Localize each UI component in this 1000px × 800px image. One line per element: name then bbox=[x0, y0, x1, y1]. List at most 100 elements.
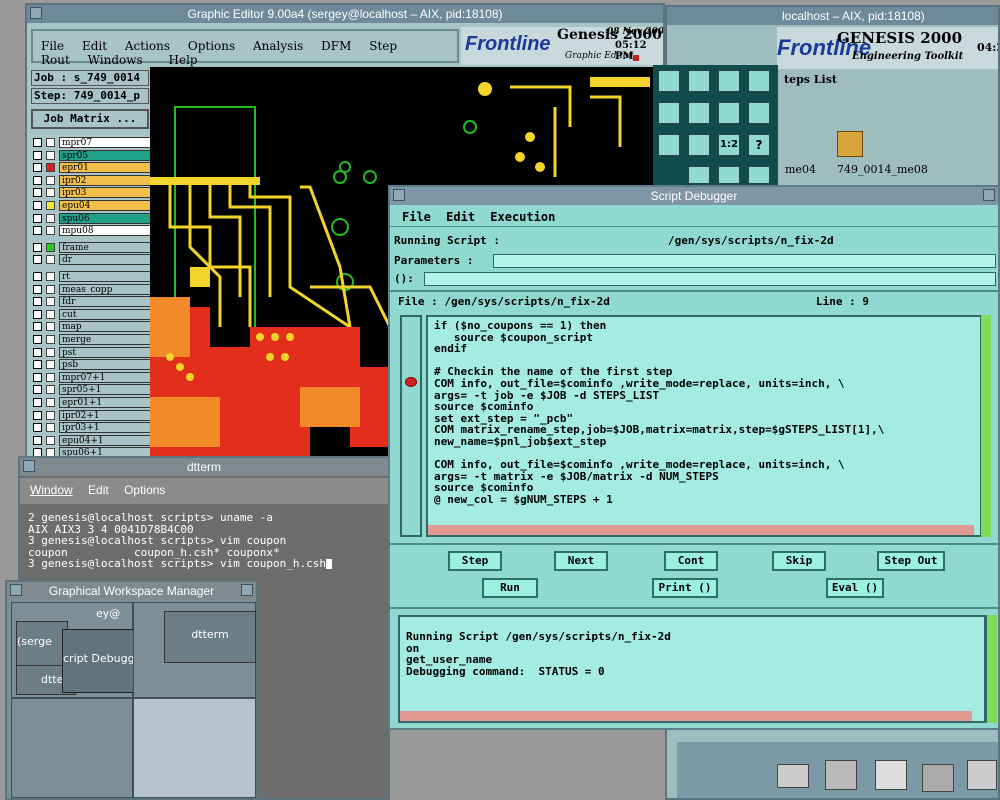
left-icon[interactable] bbox=[657, 101, 681, 125]
menu-options[interactable]: Options bbox=[188, 39, 235, 53]
layer-color-swatch[interactable] bbox=[46, 297, 55, 307]
output-hscrollbar[interactable] bbox=[400, 711, 972, 721]
layer-color-swatch[interactable] bbox=[46, 272, 55, 281]
menu-edit[interactable]: Edit bbox=[82, 39, 107, 53]
s-icon[interactable] bbox=[747, 101, 771, 125]
layer-name[interactable]: fdr bbox=[59, 296, 153, 308]
layer-icon-b[interactable] bbox=[717, 165, 741, 185]
layer-color-swatch[interactable] bbox=[46, 163, 55, 173]
layer-row[interactable]: epr01+1 bbox=[31, 397, 153, 408]
layer-color-swatch[interactable] bbox=[46, 347, 55, 357]
debugger-menu-edit[interactable]: Edit bbox=[446, 210, 475, 224]
layer-checkbox[interactable] bbox=[33, 150, 42, 160]
layer-name[interactable]: ipr02+1 bbox=[59, 409, 153, 421]
layer-checkbox[interactable] bbox=[33, 322, 42, 332]
layer-checkbox[interactable] bbox=[33, 423, 42, 433]
layer-color-swatch[interactable] bbox=[46, 242, 55, 252]
layer-checkbox[interactable] bbox=[33, 284, 42, 294]
layer-color-swatch[interactable] bbox=[46, 423, 55, 433]
layer-color-swatch[interactable] bbox=[46, 385, 55, 395]
window-menu-button[interactable] bbox=[393, 189, 405, 201]
code-hscrollbar[interactable] bbox=[428, 525, 974, 535]
breakpoint-icon[interactable] bbox=[405, 377, 417, 387]
layer-name[interactable]: spr05 bbox=[59, 149, 153, 161]
maximize-button[interactable] bbox=[983, 189, 995, 201]
cont-button[interactable]: Cont bbox=[664, 551, 718, 571]
layer-row[interactable]: merge bbox=[31, 334, 153, 345]
layer-row[interactable]: map bbox=[31, 321, 153, 333]
layer-row[interactable]: meas_copp bbox=[31, 283, 153, 295]
layer-row[interactable]: ipr03 bbox=[31, 187, 153, 199]
workspace-pane-1[interactable]: (serge ey@ dtte cript Debugg bbox=[11, 602, 136, 698]
layer-name[interactable]: map bbox=[59, 321, 153, 333]
gwm-window-debugger[interactable]: cript Debugg bbox=[62, 629, 136, 693]
menu-step[interactable]: Step bbox=[369, 39, 397, 53]
window-menu-button[interactable] bbox=[30, 7, 42, 19]
layer-name[interactable]: pst bbox=[59, 346, 153, 358]
layer-color-swatch[interactable] bbox=[46, 360, 55, 370]
layer-name[interactable]: meas_copp bbox=[59, 283, 153, 295]
dtterm-menu-options[interactable]: Options bbox=[124, 483, 165, 497]
layer-name[interactable]: dr bbox=[59, 254, 153, 266]
flip-icon[interactable] bbox=[717, 101, 741, 125]
fax-icon[interactable] bbox=[875, 760, 907, 790]
layer-color-swatch[interactable] bbox=[46, 213, 55, 223]
code-view[interactable]: if ($no_coupons == 1) then source $coupo… bbox=[426, 315, 988, 537]
layer-checkbox[interactable] bbox=[33, 309, 42, 319]
maximize-button[interactable] bbox=[241, 584, 253, 596]
layer-checkbox[interactable] bbox=[33, 226, 42, 236]
graphic-editor-titlebar[interactable]: Graphic Editor 9.00a4 (sergey@localhost … bbox=[27, 5, 663, 23]
dtterm-menu-edit[interactable]: Edit bbox=[88, 483, 109, 497]
layer-row[interactable]: frame bbox=[31, 241, 153, 253]
layer-checkbox[interactable] bbox=[33, 335, 42, 344]
menu-windows[interactable]: Windows bbox=[88, 53, 143, 67]
expand-icon[interactable] bbox=[657, 133, 681, 157]
layer-color-swatch[interactable] bbox=[46, 150, 55, 160]
layer-name[interactable]: epu04+1 bbox=[59, 434, 153, 446]
layer-row[interactable]: cut bbox=[31, 308, 153, 320]
layer-color-swatch[interactable] bbox=[46, 372, 55, 382]
layer-row[interactable]: spr05+1 bbox=[31, 384, 153, 396]
layer-row[interactable]: spu06 bbox=[31, 212, 153, 224]
script-debugger-titlebar[interactable]: Script Debugger bbox=[390, 187, 998, 205]
layer-name[interactable]: mpu08 bbox=[59, 225, 153, 237]
eval-input[interactable] bbox=[424, 272, 996, 286]
layer-color-swatch[interactable] bbox=[46, 398, 55, 407]
gwm-window-ey[interactable]: ey@ bbox=[96, 607, 120, 620]
layer-row[interactable]: mpu08 bbox=[31, 225, 153, 237]
layer-icon-a[interactable] bbox=[687, 165, 711, 185]
layer-checkbox[interactable] bbox=[33, 372, 42, 382]
window-menu-button[interactable] bbox=[10, 584, 22, 596]
dtterm-titlebar[interactable]: dtterm bbox=[20, 458, 388, 476]
layer-checkbox[interactable] bbox=[33, 188, 42, 198]
layer-checkbox[interactable] bbox=[33, 242, 42, 252]
layer-row[interactable]: rt bbox=[31, 271, 153, 282]
layer-name[interactable]: mpr07+1 bbox=[59, 371, 153, 383]
workspace-pane-4[interactable] bbox=[133, 698, 256, 798]
gwm-window-sergey[interactable]: (serge bbox=[16, 621, 68, 667]
layer-name[interactable]: ipr03+1 bbox=[59, 422, 153, 434]
step-item-me08[interactable]: 749_0014_me08 bbox=[837, 163, 928, 176]
layer-row[interactable]: psb bbox=[31, 359, 153, 371]
step-item-me04[interactable]: me04 bbox=[785, 163, 816, 176]
misc-icon[interactable] bbox=[967, 760, 997, 790]
layer-checkbox[interactable] bbox=[33, 347, 42, 357]
layer-checkbox[interactable] bbox=[33, 201, 42, 210]
right-icon[interactable] bbox=[687, 101, 711, 125]
layer-name[interactable]: cut bbox=[59, 308, 153, 320]
menu-file[interactable]: File bbox=[41, 39, 64, 53]
manuals-icon[interactable] bbox=[922, 764, 954, 792]
layer-name[interactable]: spu06 bbox=[59, 212, 153, 224]
layer-icon-c[interactable] bbox=[747, 165, 771, 185]
center-icon[interactable] bbox=[687, 133, 711, 157]
tools-icon[interactable] bbox=[825, 760, 857, 790]
layer-row[interactable]: mpr07 bbox=[31, 137, 153, 148]
print-button[interactable]: Print () bbox=[652, 578, 718, 598]
layer-row[interactable]: dr bbox=[31, 254, 153, 266]
layer-color-swatch[interactable] bbox=[46, 309, 55, 319]
help-icon[interactable]: ? bbox=[747, 133, 771, 157]
workspace-pane-3[interactable] bbox=[11, 698, 133, 798]
menu-help[interactable]: Help bbox=[169, 53, 198, 67]
job-matrix-button[interactable]: Job Matrix ... bbox=[31, 109, 149, 129]
layer-checkbox[interactable] bbox=[33, 398, 42, 407]
